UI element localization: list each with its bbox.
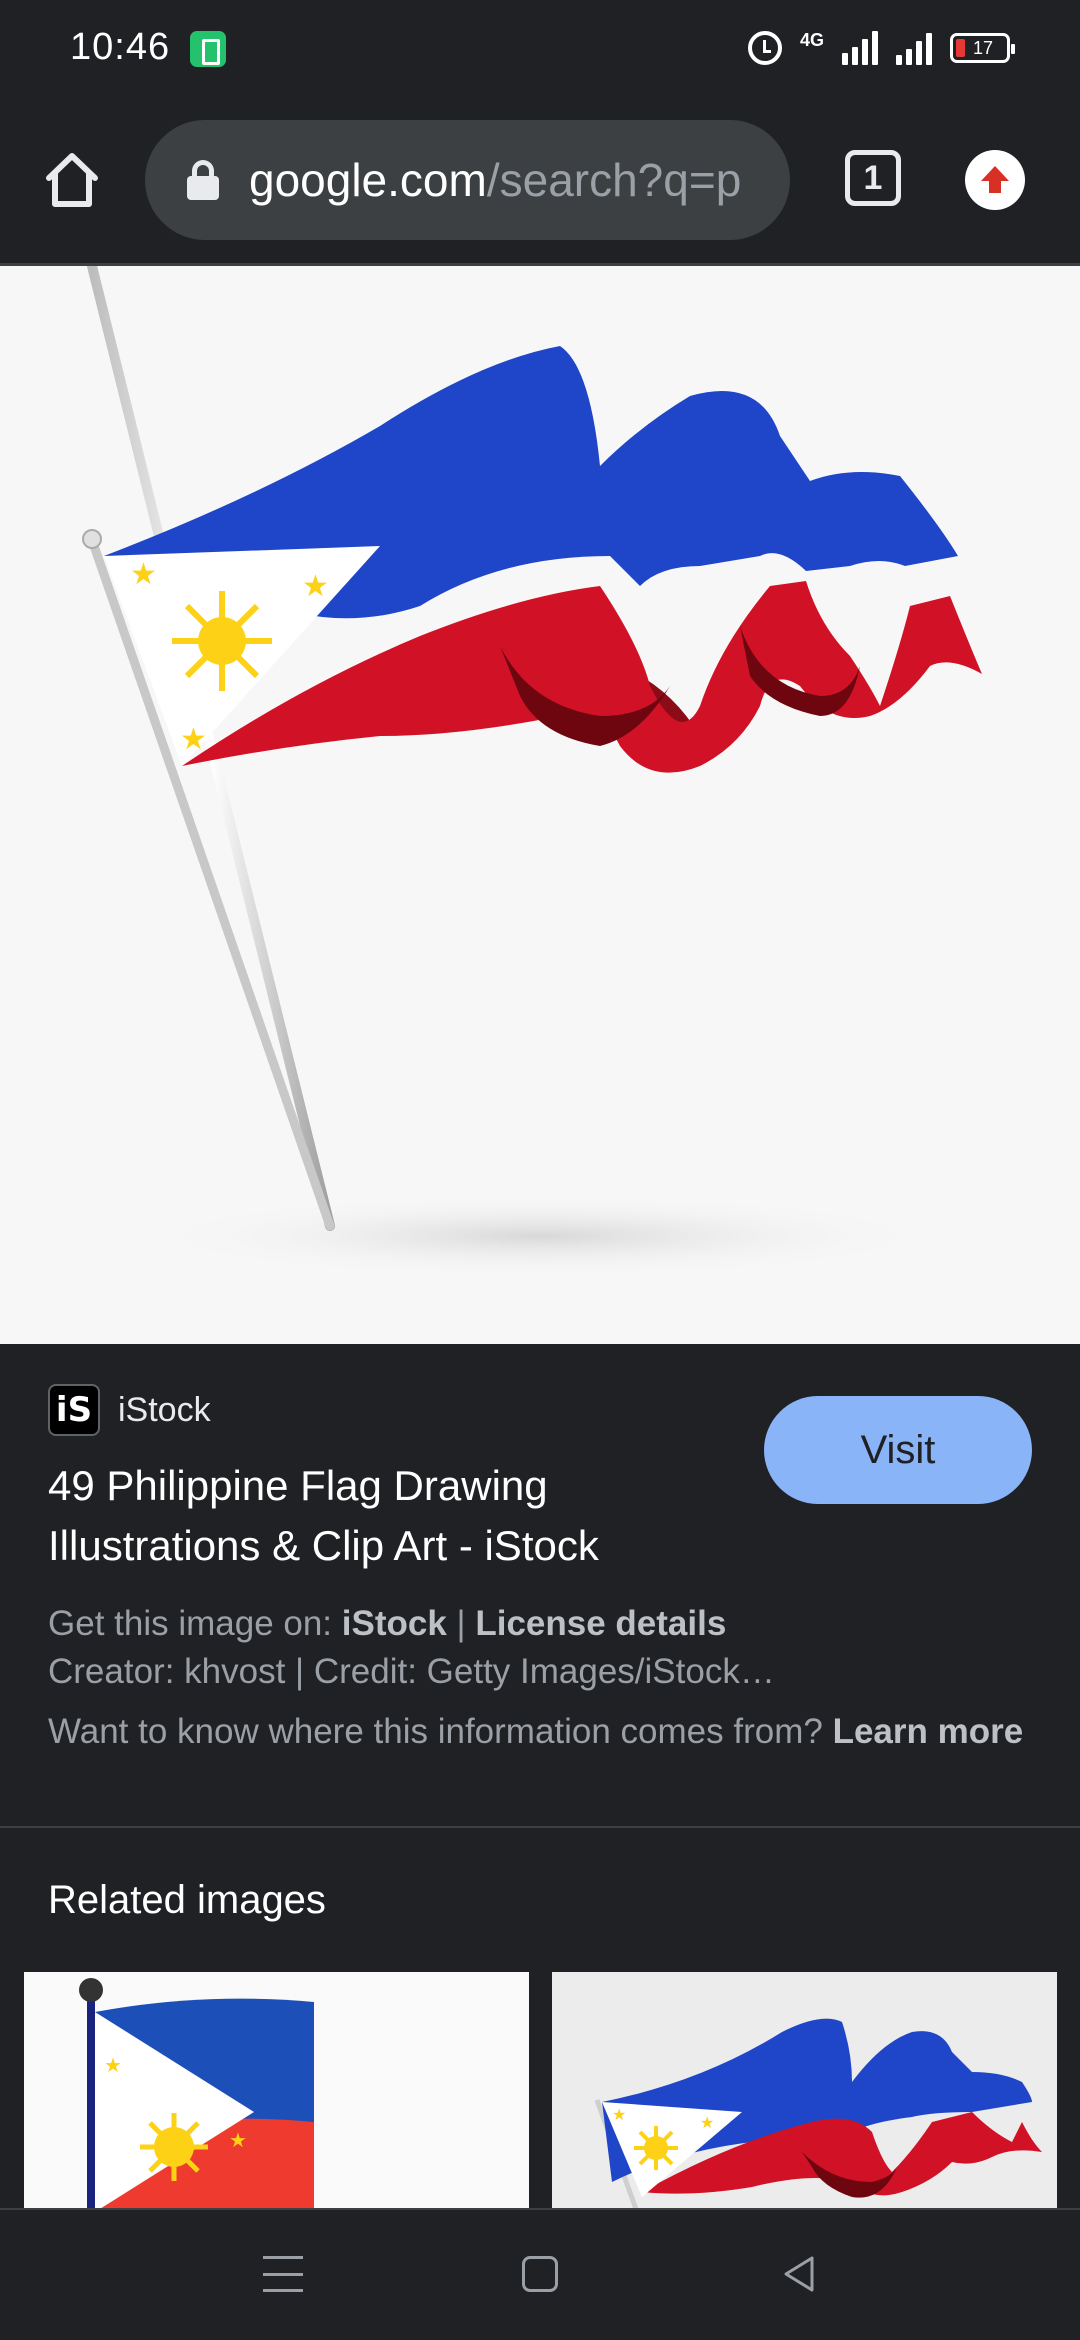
signal-icon-2 bbox=[896, 31, 932, 65]
philippine-flag-image: ★ ★ ★ bbox=[82, 266, 982, 1278]
status-time: 10:46 bbox=[70, 26, 171, 68]
svg-text:★: ★ bbox=[180, 722, 207, 757]
image-meta: Get this image on: iStock | License deta… bbox=[48, 1600, 1038, 1756]
url-domain: google.com bbox=[249, 154, 487, 206]
sun-icon bbox=[172, 591, 272, 691]
learn-more-link[interactable]: Learn more bbox=[833, 1712, 1024, 1751]
related-image-2[interactable]: ★ ★ bbox=[552, 1972, 1057, 2212]
tabs-button[interactable]: 1 bbox=[845, 150, 901, 206]
home-square-icon[interactable] bbox=[522, 2256, 558, 2292]
svg-text:★: ★ bbox=[130, 557, 157, 592]
flag-thumbnail-image: ★ ★ bbox=[79, 1978, 314, 2212]
result-title[interactable]: 49 Philippine Flag Drawing Illustrations… bbox=[48, 1456, 738, 1576]
source-row[interactable]: iS iStock bbox=[48, 1384, 211, 1436]
svg-text:★: ★ bbox=[104, 2053, 122, 2077]
alarm-icon bbox=[747, 31, 782, 65]
back-icon[interactable] bbox=[780, 2254, 820, 2294]
tab-count: 1 bbox=[863, 158, 883, 197]
visit-button[interactable]: Visit bbox=[764, 1396, 1032, 1504]
battery-icon: 17 bbox=[950, 33, 1015, 63]
url-bar[interactable]: google.com/search?q=p bbox=[145, 120, 790, 240]
license-details-link[interactable]: License details bbox=[475, 1604, 726, 1643]
related-images-title: Related images bbox=[48, 1878, 326, 1922]
network-type: 4G bbox=[799, 29, 824, 50]
source-name: iStock bbox=[118, 1390, 211, 1429]
get-image-line: Get this image on: iStock | License deta… bbox=[48, 1604, 727, 1643]
result-info: iS iStock Visit 49 Philippine Flag Drawi… bbox=[0, 1344, 1080, 1828]
svg-text:★: ★ bbox=[700, 2113, 714, 2132]
battery-saver-icon bbox=[190, 31, 226, 67]
waving-flag-thumbnail-image: ★ ★ bbox=[594, 2018, 1042, 2212]
istock-logo-icon: iS bbox=[48, 1384, 100, 1436]
browser-toolbar: google.com/search?q=p 1 bbox=[0, 100, 1080, 266]
status-icons: 4G 17 bbox=[747, 28, 1015, 68]
main-image[interactable]: ★ ★ ★ bbox=[0, 266, 1080, 1344]
url-text: google.com/search?q=p bbox=[249, 153, 741, 207]
battery-level: 17 bbox=[972, 37, 994, 58]
svg-text:★: ★ bbox=[612, 2105, 626, 2124]
svg-text:★: ★ bbox=[302, 569, 329, 604]
home-button[interactable] bbox=[38, 146, 106, 214]
svg-text:★: ★ bbox=[229, 2128, 247, 2152]
related-image-1[interactable]: ★ ★ bbox=[24, 1972, 529, 2212]
info-source-line: Want to know where this information come… bbox=[48, 1712, 1024, 1751]
status-bar: 10:46 4G 17 bbox=[0, 0, 1080, 100]
update-icon bbox=[981, 166, 1009, 193]
update-button[interactable] bbox=[965, 150, 1025, 210]
lock-icon bbox=[185, 160, 221, 200]
url-path: /search?q=p bbox=[486, 154, 742, 206]
system-nav-bar bbox=[0, 2208, 1080, 2340]
home-icon bbox=[46, 153, 98, 207]
signal-icon bbox=[842, 31, 878, 65]
get-image-source-link[interactable]: iStock bbox=[342, 1604, 447, 1643]
creator-line: Creator: khvost | Credit: Getty Images/i… bbox=[48, 1652, 775, 1691]
menu-icon[interactable] bbox=[263, 2256, 303, 2292]
